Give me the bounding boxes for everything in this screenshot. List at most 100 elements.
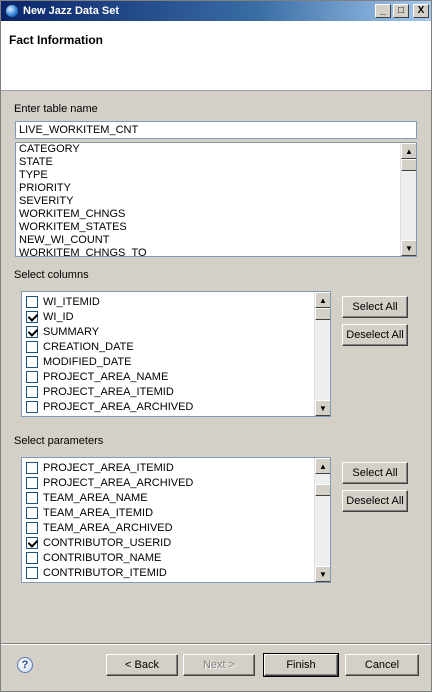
page-title: Fact Information (9, 33, 104, 47)
scroll-down-arrow-icon[interactable]: ▼ (401, 240, 416, 256)
parameters-row[interactable]: PROJECT_AREA_ARCHIVED (22, 475, 314, 490)
finish-button[interactable]: Finish (263, 653, 339, 677)
footer-divider (1, 643, 431, 645)
checkbox[interactable] (26, 551, 38, 564)
close-button[interactable]: X (413, 4, 429, 18)
parameters-row[interactable]: CONTRIBUTOR_USERID (22, 535, 314, 550)
scroll-down-arrow-icon[interactable]: ▼ (315, 400, 330, 416)
table-list-item[interactable]: WORKITEM_CHNGS (16, 208, 400, 221)
table-list-scrollbar[interactable]: ▲ ▼ (400, 143, 416, 256)
table-list-item[interactable]: NEW_WI_COUNT (16, 234, 400, 247)
checkbox[interactable] (26, 400, 38, 413)
columns-label: MODIFIED_DATE (43, 355, 132, 368)
select-columns-label: Select columns (14, 269, 89, 281)
parameters-label: PROJECT_AREA_ARCHIVED (43, 476, 194, 489)
maximize-button[interactable]: □ (393, 4, 409, 18)
parameters-scrollbar[interactable]: ▲ ▼ (314, 458, 330, 582)
back-button[interactable]: < Back (106, 654, 178, 676)
window-title: New Jazz Data Set (23, 5, 119, 17)
checkbox[interactable] (26, 536, 38, 549)
columns-label: WI_ID (43, 310, 74, 323)
checkbox[interactable] (26, 295, 38, 308)
table-list-item[interactable]: STATE (16, 156, 400, 169)
checkbox[interactable] (26, 476, 38, 489)
columns-row[interactable]: PROJECT_AREA_ARCHIVED (22, 399, 314, 414)
checkbox[interactable] (26, 506, 38, 519)
scroll-thumb[interactable] (315, 308, 330, 320)
table-list-item[interactable]: WORKITEM_STATES (16, 221, 400, 234)
columns-row[interactable]: MODIFIED_DATE (22, 354, 314, 369)
scroll-thumb[interactable] (315, 484, 330, 496)
scroll-up-arrow-icon[interactable]: ▲ (315, 458, 330, 474)
columns-label: SUMMARY (43, 325, 100, 338)
table-list-items: CATEGORY STATE TYPE PRIORITY SEVERITY WORKITE… (16, 143, 400, 256)
columns-row[interactable]: WI_ID (22, 309, 314, 324)
parameters-row[interactable]: CONTRIBUTOR_ITEMID (22, 565, 314, 580)
checkbox[interactable] (26, 355, 38, 368)
table-list-item[interactable]: PRIORITY (16, 182, 400, 195)
columns-items: WI_ITEMID WI_ID SUMMARY CREATION_DATE MODIFI… (22, 292, 314, 416)
table-list-item[interactable]: CATEGORY (16, 143, 400, 156)
checkbox[interactable] (26, 370, 38, 383)
scroll-down-arrow-icon[interactable]: ▼ (315, 566, 330, 582)
parameters-deselect-all-button[interactable]: Deselect All (342, 490, 408, 512)
parameters-select-all-button[interactable]: Select All (342, 462, 408, 484)
parameters-label: TEAM_AREA_ARCHIVED (43, 521, 173, 534)
window-controls: _ □ X (375, 4, 429, 18)
checkbox[interactable] (26, 491, 38, 504)
parameters-row[interactable]: PROJECT_AREA_ITEMID (22, 460, 314, 475)
checkbox[interactable] (26, 340, 38, 353)
columns-label: PROJECT_AREA_ARCHIVED (43, 400, 194, 413)
columns-select-all-button[interactable]: Select All (342, 296, 408, 318)
table-list[interactable]: CATEGORY STATE TYPE PRIORITY SEVERITY WORKITE… (15, 142, 417, 257)
columns-row[interactable]: CREATION_DATE (22, 339, 314, 354)
checkbox[interactable] (26, 521, 38, 534)
title-bar[interactable]: New Jazz Data Set _ □ X (1, 1, 431, 21)
columns-row[interactable]: PROJECT_AREA_NAME (22, 369, 314, 384)
checkbox[interactable] (26, 325, 38, 338)
parameters-label: PROJECT_AREA_ITEMID (43, 461, 174, 474)
checkbox[interactable] (26, 566, 38, 579)
table-name-label: Enter table name (14, 103, 98, 115)
parameters-row[interactable]: TEAM_AREA_NAME (22, 490, 314, 505)
columns-label: PROJECT_AREA_ITEMID (43, 385, 174, 398)
columns-label: WI_ITEMID (43, 295, 100, 308)
parameters-label: CONTRIBUTOR_ITEMID (43, 566, 167, 579)
parameters-row[interactable]: CONTRIBUTOR_ARCHIVED (22, 580, 314, 582)
scroll-up-arrow-icon[interactable]: ▲ (401, 143, 416, 159)
table-name-input[interactable] (15, 121, 417, 139)
columns-row[interactable]: PROJECT_AREA_ITEMID (22, 384, 314, 399)
parameters-row[interactable]: CONTRIBUTOR_NAME (22, 550, 314, 565)
cancel-button[interactable]: Cancel (345, 654, 419, 676)
checkbox[interactable] (26, 581, 38, 582)
dialog-window: New Jazz Data Set _ □ X Fact Information… (0, 0, 432, 692)
columns-scrollbar[interactable]: ▲ ▼ (314, 292, 330, 416)
columns-checklist[interactable]: WI_ITEMID WI_ID SUMMARY CREATION_DATE MODIFI… (21, 291, 331, 417)
table-list-item[interactable]: WORKITEM_CHNGS_TO (16, 247, 400, 256)
parameters-label: TEAM_AREA_NAME (43, 491, 148, 504)
scroll-thumb[interactable] (401, 159, 416, 171)
table-list-item[interactable]: TYPE (16, 169, 400, 182)
next-button[interactable]: Next > (183, 654, 255, 676)
parameters-label: TEAM_AREA_ITEMID (43, 506, 154, 519)
parameters-row[interactable]: TEAM_AREA_ITEMID (22, 505, 314, 520)
parameters-label: CONTRIBUTOR_NAME (43, 551, 162, 564)
table-list-item[interactable]: SEVERITY (16, 195, 400, 208)
columns-deselect-all-button[interactable]: Deselect All (342, 324, 408, 346)
columns-row[interactable]: WI_ITEMID (22, 294, 314, 309)
checkbox[interactable] (26, 461, 38, 474)
parameters-checklist[interactable]: PROJECT_AREA_ITEMID PROJECT_AREA_ARCHIVED… (21, 457, 331, 583)
parameters-label: CONTRIBUTOR_USERID (43, 536, 172, 549)
parameters-items: PROJECT_AREA_ITEMID PROJECT_AREA_ARCHIVED… (22, 458, 314, 582)
checkbox[interactable] (26, 385, 38, 398)
checkbox[interactable] (26, 310, 38, 323)
columns-row[interactable]: SUMMARY (22, 324, 314, 339)
app-globe-icon (5, 4, 19, 18)
parameters-row[interactable]: TEAM_AREA_ARCHIVED (22, 520, 314, 535)
scroll-up-arrow-icon[interactable]: ▲ (315, 292, 330, 308)
wizard-header: Fact Information (1, 21, 431, 91)
columns-label: PROJECT_AREA_NAME (43, 370, 169, 383)
help-icon[interactable]: ? (17, 657, 33, 673)
minimize-button[interactable]: _ (375, 4, 391, 18)
select-parameters-label: Select parameters (14, 435, 104, 447)
